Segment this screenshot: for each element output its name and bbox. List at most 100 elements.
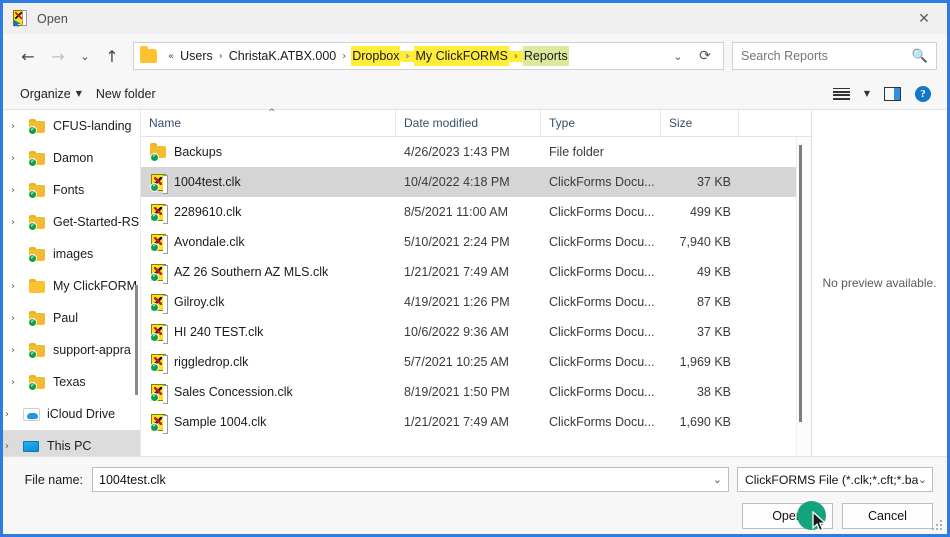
breadcrumb-sep[interactable]: › xyxy=(508,50,523,62)
expander-icon[interactable]: › xyxy=(11,313,28,324)
file-date: 10/6/2022 9:36 AM xyxy=(404,325,509,339)
column-label: Name xyxy=(149,116,182,130)
resize-grip[interactable] xyxy=(932,520,943,531)
file-name: Sample 1004.clk xyxy=(174,415,267,429)
file-size: 87 KB xyxy=(696,295,731,309)
column-header-name[interactable]: ^ Name xyxy=(141,108,396,136)
recent-locations-button[interactable]: ⌄ xyxy=(73,41,97,71)
expander-icon[interactable]: › xyxy=(11,217,28,228)
table-row[interactable]: Avondale.clk 5/10/2021 2:24 PM ClickForm… xyxy=(141,227,811,257)
organize-button[interactable]: Organize ▼ xyxy=(13,84,89,104)
file-type: File folder xyxy=(549,145,604,159)
folder-synced-icon xyxy=(28,182,47,199)
column-header-type[interactable]: Type xyxy=(541,110,661,136)
file-name: 2289610.clk xyxy=(174,205,242,219)
file-type: ClickForms Docu... xyxy=(549,265,655,279)
table-row[interactable]: HI 240 TEST.clk 10/6/2022 9:36 AM ClickF… xyxy=(141,317,811,347)
breadcrumb-sep[interactable]: › xyxy=(400,50,415,62)
breadcrumb-overflow[interactable]: « xyxy=(163,51,179,62)
expander-icon[interactable]: › xyxy=(11,185,28,196)
clickforms-file-icon xyxy=(149,383,169,404)
back-button[interactable]: ← xyxy=(13,41,43,71)
view-options-button[interactable] xyxy=(827,84,856,104)
folder-synced-icon xyxy=(149,143,169,162)
table-row[interactable]: 2289610.clk 8/5/2021 11:00 AM ClickForms… xyxy=(141,197,811,227)
breadcrumb-item-users[interactable]: Users xyxy=(179,46,214,66)
filename-input[interactable]: 1004test.clk ⌄ xyxy=(92,467,729,492)
table-row[interactable]: AZ 26 Southern AZ MLS.clk 1/21/2021 7:49… xyxy=(141,257,811,287)
refresh-icon[interactable]: ⟳ xyxy=(691,48,719,64)
table-row[interactable]: Backups 4/26/2023 1:43 PM File folder xyxy=(141,137,811,167)
folder-synced-icon xyxy=(28,118,47,135)
search-input[interactable]: Search Reports 🔍 xyxy=(732,42,937,70)
forward-button[interactable]: → xyxy=(43,41,73,71)
preview-pane-button[interactable] xyxy=(878,83,907,105)
column-header-date-modified[interactable]: Date modified xyxy=(396,110,541,136)
preview-message: No preview available. xyxy=(822,276,937,290)
open-button[interactable]: Open xyxy=(742,501,833,532)
filename-label: File name: xyxy=(24,472,83,487)
sidebar-item-this-pc[interactable]: › This PC xyxy=(3,430,140,456)
sidebar-item-label: Paul xyxy=(53,311,79,325)
this-pc-icon xyxy=(22,438,41,454)
table-row[interactable]: Sample 1004.clk 1/21/2021 7:49 AM ClickF… xyxy=(141,407,811,437)
clickforms-file-icon xyxy=(149,293,169,314)
file-name: Gilroy.clk xyxy=(174,295,225,309)
new-folder-button[interactable]: New folder xyxy=(89,84,163,104)
close-icon[interactable]: ✕ xyxy=(901,3,947,34)
table-row[interactable]: 1004test.clk 10/4/2022 4:18 PM ClickForm… xyxy=(141,167,811,197)
table-row[interactable]: Sales Concession.clk 8/19/2021 1:50 PM C… xyxy=(141,377,811,407)
up-button[interactable]: ↑ xyxy=(97,41,127,71)
chevron-down-icon[interactable]: ⌄ xyxy=(918,473,927,486)
file-type-filter-select[interactable]: ClickFORMS File (*.clk;*.cft;*.ba ⌄ xyxy=(737,467,933,492)
sidebar-item-damon[interactable]: › Damon xyxy=(3,142,140,174)
button-row: Open Cancel xyxy=(17,501,933,532)
sidebar-item-paul[interactable]: › Paul xyxy=(3,302,140,334)
file-name: Avondale.clk xyxy=(174,235,245,249)
sidebar-item-icloud-drive[interactable]: › iCloud Drive xyxy=(3,398,140,430)
navigation-pane[interactable]: › CFUS-landing › Damon › Fonts › Get-Sta… xyxy=(3,110,141,456)
file-list-scrollbar-thumb[interactable] xyxy=(799,145,802,422)
new-folder-label: New folder xyxy=(95,86,156,101)
expander-icon: › xyxy=(11,249,28,260)
view-dropdown-button[interactable]: ▼ xyxy=(858,85,876,102)
chevron-down-icon[interactable]: ⌄ xyxy=(707,473,722,486)
cancel-button[interactable]: Cancel xyxy=(842,503,933,529)
breadcrumb[interactable]: « Users › ChristaK.ATBX.000 › Dropbox › … xyxy=(133,42,724,70)
breadcrumb-item-reports[interactable]: Reports xyxy=(522,46,569,66)
sidebar-item-images[interactable]: › images xyxy=(3,238,140,270)
sidebar-item-get-started-rs[interactable]: › Get-Started-RS xyxy=(3,206,140,238)
sidebar-item-fonts[interactable]: › Fonts xyxy=(3,174,140,206)
sidebar-scrollbar[interactable] xyxy=(135,285,138,395)
breadcrumb-item-dropbox[interactable]: Dropbox xyxy=(351,46,401,66)
expander-icon[interactable]: › xyxy=(11,121,28,132)
clickforms-file-icon xyxy=(149,353,169,374)
dialog-footer: File name: 1004test.clk ⌄ ClickFORMS Fil… xyxy=(3,456,947,534)
help-button[interactable]: ? xyxy=(909,82,937,106)
column-label: Type xyxy=(549,116,576,130)
sidebar-item-my-clickforms[interactable]: › My ClickFORM xyxy=(3,270,140,302)
file-list: ^ Name Date modified Type Size Backups 4… xyxy=(141,108,811,456)
breadcrumb-item-christak[interactable]: ChristaK.ATBX.000 xyxy=(228,46,337,66)
chevron-down-icon[interactable]: ⌄ xyxy=(665,50,691,63)
breadcrumb-sep[interactable]: › xyxy=(337,51,351,62)
file-size: 1,690 KB xyxy=(679,415,731,429)
table-row[interactable]: riggledrop.clk 5/7/2021 10:25 AM ClickFo… xyxy=(141,347,811,377)
expander-icon[interactable]: › xyxy=(11,281,28,292)
expander-icon[interactable]: › xyxy=(5,409,22,420)
expander-icon[interactable]: › xyxy=(5,441,22,452)
table-row[interactable]: Gilroy.clk 4/19/2021 1:26 PM ClickForms … xyxy=(141,287,811,317)
sidebar-item-support-appraisal[interactable]: › support-appra xyxy=(3,334,140,366)
clickforms-file-icon xyxy=(149,263,169,284)
sidebar-item-texas[interactable]: › Texas xyxy=(3,366,140,398)
column-header-size[interactable]: Size xyxy=(661,110,739,136)
breadcrumb-sep[interactable]: › xyxy=(214,51,228,62)
breadcrumb-item-my-clickforms[interactable]: My ClickFORMS xyxy=(414,46,509,66)
expander-icon[interactable]: › xyxy=(11,345,28,356)
sidebar-item-label: support-appra xyxy=(53,343,131,357)
expander-icon[interactable]: › xyxy=(11,377,28,388)
clickforms-file-icon xyxy=(149,203,169,224)
sidebar-item-cfus-landing[interactable]: › CFUS-landing xyxy=(3,110,140,142)
expander-icon[interactable]: › xyxy=(11,153,28,164)
column-label: Size xyxy=(669,116,693,130)
